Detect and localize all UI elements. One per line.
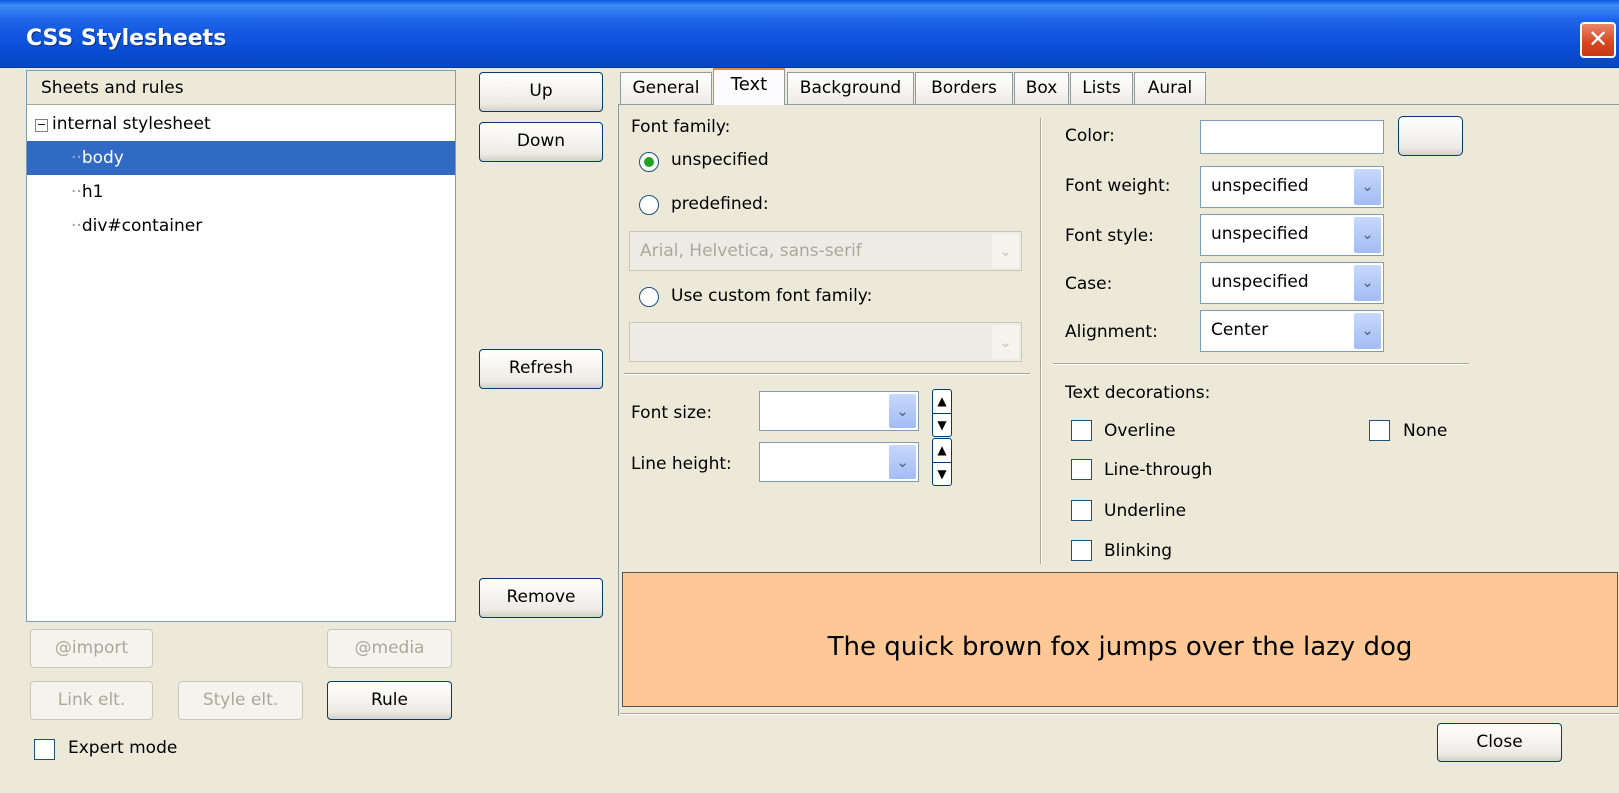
chevron-down-icon[interactable]: ⌄ [1354,313,1381,349]
predefined-radio[interactable] [639,195,659,215]
tree-list: − internal stylesheet ··body ··h1 ··div#c… [27,107,455,243]
separator [624,373,1030,375]
up-button[interactable]: Up [479,72,603,112]
tab-text[interactable]: Text [713,68,785,105]
tab-background[interactable]: Background [787,72,914,104]
column-separator [1040,118,1042,564]
title-bar [0,0,1619,68]
underline-label: Underline [1104,501,1187,521]
case-select[interactable]: unspecified ⌄ [1200,262,1384,304]
spin-up-icon[interactable]: ▲ [933,439,951,463]
window-close-button[interactable]: ✕ [1580,22,1616,58]
alignment-select[interactable]: Center ⌄ [1200,310,1384,352]
unspecified-label: unspecified [671,150,769,170]
media-button[interactable]: @media [327,629,452,668]
chevron-down-icon[interactable]: ⌄ [889,394,916,428]
font-style-label: Font style: [1065,226,1154,246]
chevron-down-icon[interactable]: ⌄ [1354,169,1381,205]
predefined-font-select[interactable]: Arial, Helvetica, sans-serif ⌄ [629,231,1022,271]
color-input[interactable] [1200,120,1384,154]
tree-item-h1[interactable]: ··h1 [27,175,455,209]
custom-font-radio[interactable] [639,287,659,307]
font-weight-label: Font weight: [1065,176,1171,196]
spin-down-icon[interactable]: ▼ [933,414,951,437]
separator [1053,363,1469,365]
link-element-button[interactable]: Link elt. [30,681,153,720]
line-through-label: Line-through [1104,460,1213,480]
color-label: Color: [1065,126,1115,146]
font-style-select[interactable]: unspecified ⌄ [1200,214,1384,256]
color-picker-button[interactable] [1398,116,1463,156]
custom-font-select[interactable]: ⌄ [629,322,1022,362]
tab-box[interactable]: Box [1014,72,1069,104]
tree-item-div-container[interactable]: ··div#container [27,209,455,243]
sheets-tree[interactable]: Sheets and rules − internal stylesheet ··… [26,70,456,622]
blinking-label: Blinking [1104,541,1173,561]
expert-mode-label: Expert mode [68,738,178,758]
expert-mode-checkbox[interactable] [34,739,55,760]
chevron-down-icon[interactable]: ⌄ [1354,265,1381,301]
separator [620,713,1619,715]
tab-lists[interactable]: Lists [1070,72,1133,104]
predefined-label: predefined: [671,194,769,214]
case-label: Case: [1065,274,1113,294]
line-height-spinner[interactable]: ▲ ▼ [932,438,952,486]
unspecified-radio[interactable] [639,152,659,172]
chevron-down-icon[interactable]: ⌄ [1354,217,1381,253]
close-button[interactable]: Close [1437,723,1562,762]
chevron-down-icon[interactable]: ⌄ [889,445,916,479]
chevron-down-icon[interactable]: ⌄ [992,234,1019,268]
tab-borders[interactable]: Borders [915,72,1013,104]
font-size-label: Font size: [631,403,713,423]
text-decorations-label: Text decorations: [1065,383,1211,403]
tree-item-internal-stylesheet[interactable]: − internal stylesheet [27,107,455,141]
blinking-checkbox[interactable] [1071,540,1092,561]
custom-font-label: Use custom font family: [671,286,873,306]
sheets-header: Sheets and rules [27,71,455,105]
refresh-button[interactable]: Refresh [479,349,603,389]
font-size-select[interactable]: ⌄ [759,391,919,431]
collapse-icon[interactable]: − [35,119,48,132]
font-weight-select[interactable]: unspecified ⌄ [1200,166,1384,208]
preview-box: The quick brown fox jumps over the lazy … [622,572,1618,707]
style-element-button[interactable]: Style elt. [178,681,303,720]
none-label: None [1403,421,1448,441]
spin-up-icon[interactable]: ▲ [933,390,951,414]
import-button[interactable]: @import [30,629,153,668]
tree-item-body[interactable]: ··body [27,141,455,175]
font-size-spinner[interactable]: ▲ ▼ [932,389,952,437]
font-family-label: Font family: [631,117,731,137]
tab-aural[interactable]: Aural [1134,72,1206,104]
chevron-down-icon[interactable]: ⌄ [992,325,1019,359]
none-checkbox[interactable] [1369,420,1390,441]
overline-label: Overline [1104,421,1176,441]
overline-checkbox[interactable] [1071,420,1092,441]
line-height-select[interactable]: ⌄ [759,442,919,482]
down-button[interactable]: Down [479,122,603,162]
tab-general[interactable]: General [620,72,712,104]
alignment-label: Alignment: [1065,322,1158,342]
spin-down-icon[interactable]: ▼ [933,463,951,486]
underline-checkbox[interactable] [1071,500,1092,521]
line-height-label: Line height: [631,454,732,474]
rule-button[interactable]: Rule [327,681,452,720]
window-title: CSS Stylesheets [26,26,227,51]
line-through-checkbox[interactable] [1071,459,1092,480]
remove-button[interactable]: Remove [479,578,603,618]
